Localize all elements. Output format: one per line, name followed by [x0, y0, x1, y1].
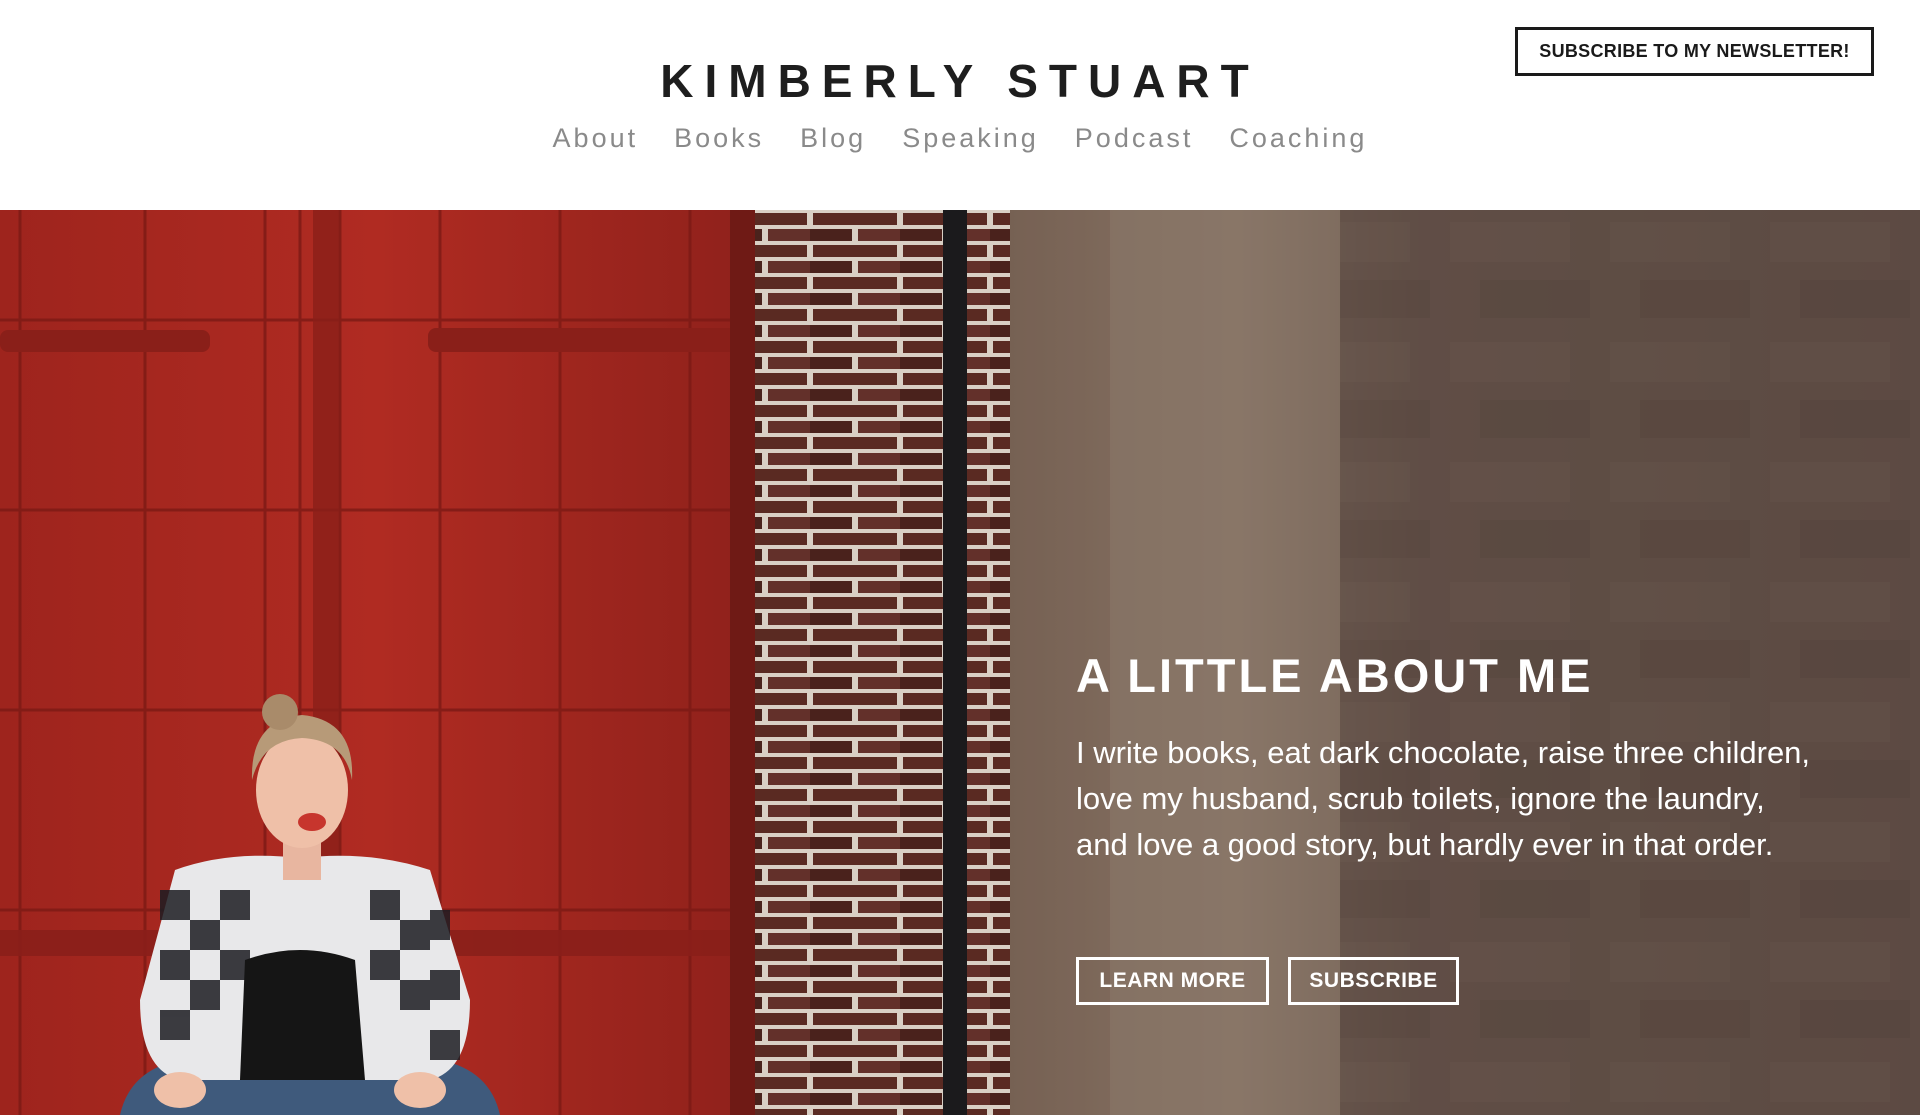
about-heading: A LITTLE ABOUT ME [1076, 649, 1594, 702]
nav-item-coaching[interactable]: Coaching [1229, 120, 1367, 156]
nav-item-about[interactable]: About [553, 120, 639, 156]
nav-item-speaking[interactable]: Speaking [902, 120, 1039, 156]
site-header: KIMBERLY STUART About Books Blog Speakin… [0, 0, 1920, 210]
main-nav: About Books Blog Speaking Podcast Coachi… [0, 120, 1920, 156]
learn-more-button[interactable]: LEARN MORE [1076, 957, 1269, 1005]
nav-item-books[interactable]: Books [674, 120, 764, 156]
nav-item-podcast[interactable]: Podcast [1075, 120, 1194, 156]
hero-section: A LITTLE ABOUT ME I write books, eat dar… [0, 210, 1920, 1115]
nav-item-blog[interactable]: Blog [800, 120, 866, 156]
about-text: I write books, eat dark chocolate, raise… [1076, 735, 1811, 862]
subscribe-newsletter-button[interactable]: SUBSCRIBE TO MY NEWSLETTER! [1515, 27, 1874, 76]
subscribe-button[interactable]: SUBSCRIBE [1288, 957, 1459, 1005]
hero-photo [0, 210, 1920, 1115]
